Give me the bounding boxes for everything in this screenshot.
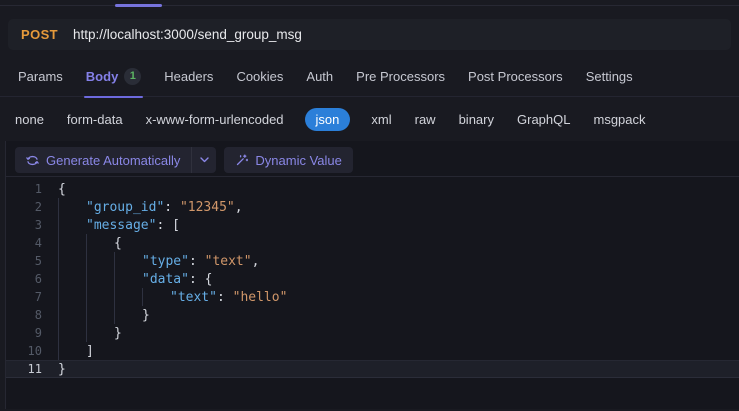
code-line[interactable]: 2 "group_id": "12345", [6,198,739,216]
code-line[interactable]: 5 "type": "text", [6,252,739,270]
tab-label: Post Processors [468,68,563,84]
indent-guide [58,270,86,288]
chevron-down-icon [200,157,209,163]
url-input[interactable]: http://localhost:3000/send_group_msg [73,27,302,42]
code-line-active[interactable]: 11 } [6,360,739,378]
generate-automatically-label: Generate Automatically [46,152,181,168]
body-type-json[interactable]: json [304,107,351,131]
indent-guide [58,324,86,342]
indent-guide [58,198,86,216]
body-count-badge: 1 [124,67,142,85]
body-type-binary[interactable]: binary [457,108,496,131]
request-tabs-strip [0,0,739,7]
generate-automatically-button[interactable]: Generate Automatically [15,147,191,173]
code-line[interactable]: 6 "data": { [6,270,739,288]
line-number: 11 [27,362,42,376]
code-line[interactable]: 4 { [6,234,739,252]
generate-dropdown-toggle[interactable] [192,147,216,173]
api-client-window: POST http://localhost:3000/send_group_ms… [0,0,739,411]
indent-guide [86,306,114,324]
line-number: 4 [34,236,42,250]
sync-cycle-icon [26,155,39,166]
code-line[interactable]: 7 "text": "hello" [6,288,739,306]
line-number: 3 [34,218,42,232]
line-number: 1 [34,182,42,196]
indent-guide [86,288,114,306]
code-line[interactable]: 3 "message": [ [6,216,739,234]
line-number: 2 [34,200,42,214]
request-section-tabs: Params Body 1 Headers Cookies Auth Pre P… [0,56,739,98]
active-request-tab-indicator [115,4,162,7]
body-type-x-www-form-urlencoded[interactable]: x-www-form-urlencoded [144,108,286,131]
json-code-editor[interactable]: 1 { 2 "group_id": "12345", 3 "message": … [6,176,739,378]
tab-settings[interactable]: Settings [586,56,633,97]
tab-label: Cookies [236,68,284,84]
indent-guide [86,324,114,342]
url-row: POST http://localhost:3000/send_group_ms… [0,6,739,56]
body-type-form-data[interactable]: form-data [65,108,125,131]
code-line[interactable]: 10 ] [6,342,739,360]
body-editor-pane: Generate Automatically Dynamic Value 1 {… [5,141,739,409]
line-number: 8 [34,308,42,322]
indent-guide [86,270,114,288]
code-line[interactable]: 9 } [6,324,739,342]
indent-guide [142,288,170,306]
indent-guide [114,270,142,288]
body-type-raw[interactable]: raw [413,108,438,131]
editor-toolbar: Generate Automatically Dynamic Value [6,141,739,173]
indent-guide [86,252,114,270]
tab-label: Headers [164,68,214,84]
tab-auth[interactable]: Auth [306,56,333,97]
url-bar[interactable]: POST http://localhost:3000/send_group_ms… [8,19,731,50]
body-type-selector: none form-data x-www-form-urlencoded jso… [0,97,739,141]
indent-guide [86,234,114,252]
tab-label: Params [18,68,63,84]
generate-automatically-button-group: Generate Automatically [15,147,217,173]
dynamic-value-label: Dynamic Value [255,152,342,168]
body-type-msgpack[interactable]: msgpack [591,108,647,131]
tab-params[interactable]: Params [18,56,63,97]
line-number: 5 [34,254,42,268]
line-number: 7 [34,290,42,304]
line-number: 10 [27,344,42,358]
indent-guide [114,306,142,324]
tab-headers[interactable]: Headers [164,56,213,97]
indent-guide [114,252,142,270]
tab-label: Auth [306,68,334,84]
tab-cookies[interactable]: Cookies [236,56,283,97]
line-number: 6 [34,272,42,286]
tab-pre-processors[interactable]: Pre Processors [356,56,445,97]
indent-guide [58,252,86,270]
tab-body[interactable]: Body 1 [83,56,143,98]
method-badge[interactable]: POST [8,27,73,42]
line-number: 9 [34,326,42,340]
code-line[interactable]: 1 { [6,180,739,198]
indent-guide [58,216,86,234]
body-type-xml[interactable]: xml [369,108,393,131]
body-type-none[interactable]: none [13,108,46,131]
tab-label: Body [85,68,119,84]
body-type-graphql[interactable]: GraphQL [515,108,572,131]
magic-wand-icon [235,154,249,167]
indent-guide [58,306,86,324]
dynamic-value-button[interactable]: Dynamic Value [224,147,353,173]
indent-guide [58,234,86,252]
indent-guide [58,288,86,306]
indent-guide [114,288,142,306]
indent-guide [58,342,86,360]
tab-post-processors[interactable]: Post Processors [468,56,563,97]
tab-label: Settings [585,68,633,84]
code-line[interactable]: 8 } [6,306,739,324]
tab-label: Pre Processors [356,68,446,84]
